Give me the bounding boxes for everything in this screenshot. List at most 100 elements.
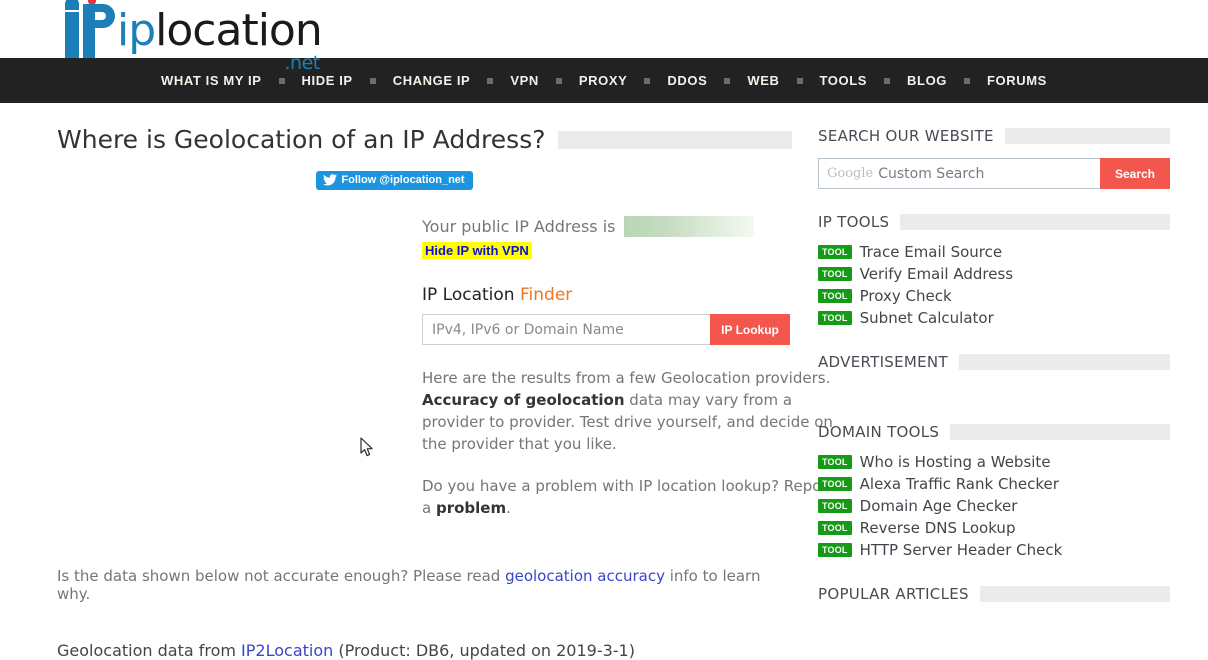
ip2location-link[interactable]: IP2Location — [241, 641, 333, 660]
page-body: Where is Geolocation of an IP Address? F… — [0, 103, 1208, 660]
ip-tools-list: TOOL Trace Email Source TOOL Verify Email A… — [818, 241, 1170, 329]
tool-label: HTTP Server Header Check — [859, 541, 1063, 559]
search-heading-decor-bar — [1004, 128, 1170, 144]
nav-item-blog[interactable]: BLOG — [890, 73, 964, 88]
public-ip-label: Your public IP Address is — [422, 217, 616, 236]
domain-tools-heading-decor-bar — [950, 424, 1170, 440]
page-title-row: Where is Geolocation of an IP Address? — [57, 125, 792, 154]
map-pin-ip-logo-icon — [57, 0, 115, 58]
tool-badge: TOOL — [818, 267, 852, 281]
nav-item-tools[interactable]: TOOLS — [803, 73, 885, 88]
nav-item-what-is-my-ip[interactable]: WHAT IS MY IP — [144, 73, 279, 88]
domain-tools-heading-label: DOMAIN TOOLS — [818, 423, 940, 441]
tool-badge: TOOL — [818, 477, 852, 491]
search-input[interactable]: Google Custom Search — [818, 158, 1100, 189]
tool-label: Verify Email Address — [859, 265, 1014, 283]
advertisement-slot — [818, 371, 1170, 399]
tool-label: Alexa Traffic Rank Checker — [859, 475, 1059, 493]
accuracy-note-text-a: Is the data shown below not accurate eno… — [57, 567, 506, 585]
twitter-follow-button[interactable]: Follow @iplocation_net — [316, 171, 473, 190]
tool-link[interactable]: TOOL Reverse DNS Lookup — [818, 517, 1170, 539]
main-navigation: WHAT IS MY IP HIDE IP CHANGE IP VPN PROXY DDO… — [0, 58, 1208, 103]
sidebar-column: SEARCH OUR WEBSITE Google Custom Search … — [818, 103, 1170, 603]
ip-location-finder: IP Location Finder IP Lookup — [57, 285, 792, 345]
ip-tools-heading-label: IP TOOLS — [818, 213, 890, 231]
hide-ip-vpn-row: Hide IP with VPN — [57, 240, 792, 259]
twitter-follow-row: Follow @iplocation_net — [57, 171, 792, 190]
intro-paragraph-2: Do you have a problem with IP location l… — [57, 475, 842, 519]
logo-tld-text: .net — [284, 52, 321, 74]
tool-link[interactable]: TOOL Verify Email Address — [818, 263, 1170, 285]
logo-ip-text: ip — [117, 5, 156, 56]
ip-tools-heading-decor-bar — [900, 214, 1170, 230]
tool-link[interactable]: TOOL Domain Age Checker — [818, 495, 1170, 517]
page-title-decor-bar — [557, 130, 792, 149]
domain-tools-list: TOOL Who is Hosting a Website TOOL Alexa Tr… — [818, 451, 1170, 561]
tool-link[interactable]: TOOL Proxy Check — [818, 285, 1170, 307]
public-ip-value-redacted — [623, 216, 754, 237]
advertisement-heading-label: ADVERTISEMENT — [818, 353, 948, 371]
tool-badge: TOOL — [818, 543, 852, 557]
tool-badge: TOOL — [818, 289, 852, 303]
logo-wordmark: iplocation .net — [117, 5, 323, 74]
tool-badge: TOOL — [818, 455, 852, 469]
finder-heading-accent: Finder — [519, 285, 573, 305]
popular-articles-heading-decor-bar — [979, 586, 1170, 602]
hide-ip-with-vpn-link[interactable]: Hide IP with VPN — [422, 242, 532, 259]
data-source-line: Geolocation data from IP2Location (Produ… — [57, 641, 792, 660]
site-logo[interactable]: iplocation .net — [57, 0, 323, 74]
tool-label: Proxy Check — [859, 287, 952, 305]
search-input-placeholder: Custom Search — [878, 165, 985, 182]
logo-location-text: location — [155, 5, 323, 56]
intro-paragraph-1: Here are the results from a few Geolocat… — [57, 367, 842, 455]
tool-badge: TOOL — [818, 521, 852, 535]
tool-badge: TOOL — [818, 499, 852, 513]
tool-link[interactable]: TOOL Trace Email Source — [818, 241, 1170, 263]
nav-item-ddos[interactable]: DDOS — [650, 73, 724, 88]
finder-heading: IP Location Finder — [422, 285, 792, 305]
ip-lookup-button[interactable]: IP Lookup — [710, 314, 790, 345]
tool-badge: TOOL — [818, 245, 852, 259]
advertisement-heading-decor-bar — [958, 354, 1170, 370]
popular-articles-heading-label: POPULAR ARTICLES — [818, 585, 969, 603]
tool-label: Reverse DNS Lookup — [859, 519, 1016, 537]
data-source-text-b: (Product: DB6, updated on 2019-3-1) — [333, 641, 635, 660]
public-ip-row: Your public IP Address is — [57, 216, 792, 237]
ip-lookup-input[interactable] — [422, 314, 710, 345]
nav-item-change-ip[interactable]: CHANGE IP — [376, 73, 488, 88]
tool-label: Trace Email Source — [859, 243, 1003, 261]
accuracy-of-geolocation-link[interactable]: Accuracy of geolocation — [422, 391, 625, 409]
finder-form: IP Lookup — [422, 314, 790, 345]
tool-badge: TOOL — [818, 311, 852, 325]
tool-label: Who is Hosting a Website — [859, 453, 1051, 471]
report-problem-link[interactable]: problem — [436, 499, 506, 517]
sidebar-heading-search: SEARCH OUR WEBSITE — [818, 127, 1170, 145]
search-heading-label: SEARCH OUR WEBSITE — [818, 127, 994, 145]
tool-link[interactable]: TOOL Who is Hosting a Website — [818, 451, 1170, 473]
tool-label: Domain Age Checker — [859, 497, 1018, 515]
nav-item-web[interactable]: WEB — [730, 73, 796, 88]
intro-p1-text-a: Here are the results from a few Geolocat… — [422, 369, 831, 387]
data-source-text-a: Geolocation data from — [57, 641, 242, 660]
nav-item-forums[interactable]: FORUMS — [970, 73, 1064, 88]
tool-link[interactable]: TOOL HTTP Server Header Check — [818, 539, 1170, 561]
search-button[interactable]: Search — [1100, 158, 1170, 189]
nav-item-vpn[interactable]: VPN — [493, 73, 556, 88]
sidebar-heading-ip-tools: IP TOOLS — [818, 213, 1170, 231]
page-title: Where is Geolocation of an IP Address? — [57, 125, 546, 154]
nav-item-proxy[interactable]: PROXY — [562, 73, 645, 88]
google-logo-text: Google — [827, 166, 874, 181]
site-header: iplocation .net — [0, 0, 1208, 74]
main-content-column: Where is Geolocation of an IP Address? F… — [57, 103, 834, 660]
geolocation-accuracy-link[interactable]: geolocation accuracy — [505, 567, 665, 585]
google-custom-search: Google Custom Search Search — [818, 158, 1170, 189]
twitter-bird-icon — [323, 174, 338, 186]
nav-item-hide-ip[interactable]: HIDE IP — [285, 73, 370, 88]
tool-label: Subnet Calculator — [859, 309, 994, 327]
finder-heading-main: IP Location — [422, 285, 515, 305]
sidebar-heading-advertisement: ADVERTISEMENT — [818, 353, 1170, 371]
tool-link[interactable]: TOOL Subnet Calculator — [818, 307, 1170, 329]
sidebar-heading-domain-tools: DOMAIN TOOLS — [818, 423, 1170, 441]
intro-p2-text-b: . — [506, 499, 511, 517]
tool-link[interactable]: TOOL Alexa Traffic Rank Checker — [818, 473, 1170, 495]
